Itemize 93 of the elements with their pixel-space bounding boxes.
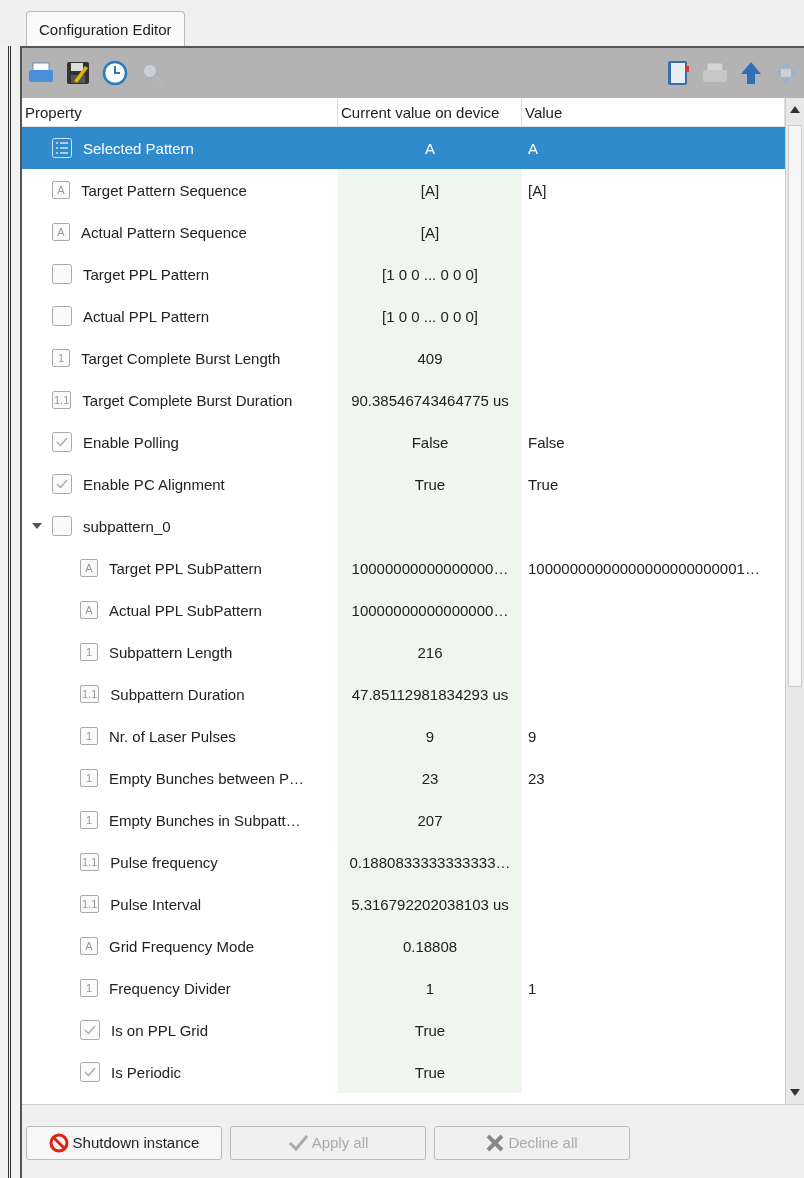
type-icon: A [80, 601, 98, 619]
device-value-cell: True [338, 1009, 522, 1051]
type-icon: A [80, 559, 98, 577]
type-icon: 1.1 [52, 391, 72, 409]
action-button[interactable]: Shutdown instance [26, 1125, 222, 1160]
value-cell[interactable]: 9 [528, 727, 537, 745]
type-icon: A [52, 181, 70, 199]
value-cell[interactable]: 1 [528, 979, 537, 997]
type-icon: 1 [80, 769, 98, 787]
device-value-cell: False [338, 421, 522, 463]
property-name: Actual PPL Pattern [83, 307, 210, 325]
device-value-cell: 207 [338, 799, 522, 841]
property-name: Target Complete Burst Length [81, 349, 281, 367]
column-header[interactable]: Property [22, 98, 338, 126]
value-cell[interactable]: False [528, 433, 565, 451]
up-arrow-icon[interactable] [740, 61, 762, 85]
device-value-cell: 9 [338, 715, 522, 757]
property-name: Subpattern Duration [110, 685, 245, 703]
device-value-cell: 10000000000000000… [338, 547, 522, 589]
type-icon: 1.1 [80, 895, 100, 913]
value-cell[interactable]: 23 [528, 769, 545, 787]
checkmark-icon [80, 1020, 100, 1040]
checkmark-icon [52, 432, 72, 452]
type-icon: A [52, 223, 70, 241]
property-name: Subpattern Length [109, 643, 233, 661]
empty-box-icon [52, 306, 72, 326]
property-name: Selected Pattern [83, 139, 194, 157]
list-icon [52, 138, 72, 158]
type-icon: A [80, 937, 98, 955]
property-name: Enable PC Alignment [83, 475, 225, 493]
checkmark-icon [80, 1062, 100, 1082]
device-value-cell: 1 [338, 967, 522, 1009]
value-cell[interactable]: A [528, 139, 538, 157]
value-cell[interactable]: True [528, 475, 559, 493]
property-name: Enable Polling [83, 433, 179, 451]
type-icon: 1 [80, 643, 98, 661]
property-name: subpattern_0 [83, 517, 171, 535]
value-cell[interactable]: [A] [528, 181, 547, 199]
device-value-cell: True [338, 1051, 522, 1093]
property-name: Is Periodic [111, 1063, 182, 1081]
property-name: Empty Bunches between P… [109, 769, 305, 787]
stop-icon [48, 1132, 69, 1153]
device-value-cell: 90.38546743464775 us [338, 379, 522, 421]
scroll-down-icon[interactable] [790, 1089, 800, 1096]
property-name: Is on PPL Grid [111, 1021, 208, 1039]
column-header[interactable]: Current value on device [338, 98, 522, 126]
property-name: Empty Bunches in Subpatt… [109, 811, 301, 829]
property-name: Target Pattern Sequence [81, 181, 247, 199]
property-name: Nr. of Laser Pulses [109, 727, 236, 745]
empty-box-icon [52, 516, 72, 536]
editor-tab[interactable]: Configuration Editor [26, 11, 185, 46]
device-value-cell: [A] [338, 211, 522, 253]
device-value-cell: 409 [338, 337, 522, 379]
type-icon: 1.1 [80, 685, 100, 703]
empty-box-icon [52, 264, 72, 284]
clock-icon[interactable] [102, 60, 128, 86]
property-name: Pulse Interval [110, 895, 202, 913]
property-name: Target PPL Pattern [83, 265, 210, 283]
property-name: Pulse frequency [110, 853, 218, 871]
device-value-cell: 23 [338, 757, 522, 799]
type-icon: 1.1 [80, 853, 100, 871]
device-value-cell: [1 0 0 ... 0 0 0] [338, 253, 522, 295]
value-cell[interactable]: 10000000000000000000000001… [528, 559, 760, 577]
type-icon: 1 [80, 811, 98, 829]
property-name: Actual PPL SubPattern [109, 601, 262, 619]
type-icon: 1 [80, 979, 98, 997]
device-value-cell: 0.18808 [338, 925, 522, 967]
tray-icon[interactable] [28, 62, 54, 84]
device-value-cell: True [338, 463, 522, 505]
device-value-cell: [1 0 0 ... 0 0 0] [338, 295, 522, 337]
type-icon: 1 [80, 727, 98, 745]
device-value-cell: 10000000000000000… [338, 589, 522, 631]
device-value-cell: [A] [338, 169, 522, 211]
selected-row[interactable]: Selected Pattern A A [22, 127, 785, 169]
floppy-pencil-icon[interactable] [66, 61, 90, 85]
device-value-cell: 0.1880833333333333… [338, 841, 522, 883]
device-value-cell: 216 [338, 631, 522, 673]
property-name: Grid Frequency Mode [109, 937, 255, 955]
device-value-cell: 47.85112981834293 us [338, 673, 522, 715]
scroll-thumb[interactable] [788, 125, 802, 687]
type-icon: 1 [52, 349, 70, 367]
caret-icon[interactable] [32, 522, 42, 530]
property-name: Actual Pattern Sequence [81, 223, 247, 241]
device-value-cell: 5.316792202038103 us [338, 883, 522, 925]
scroll-up-icon[interactable] [790, 106, 800, 113]
property-name: Frequency Divider [109, 979, 231, 997]
property-name: Target PPL SubPattern [109, 559, 262, 577]
checkmark-icon [52, 474, 72, 494]
book-icon[interactable] [666, 60, 690, 86]
scrollbar[interactable] [785, 98, 804, 1104]
cross-icon [486, 1133, 505, 1152]
checkmark-icon [287, 1133, 308, 1152]
property-name: Target Complete Burst Duration [82, 391, 293, 409]
